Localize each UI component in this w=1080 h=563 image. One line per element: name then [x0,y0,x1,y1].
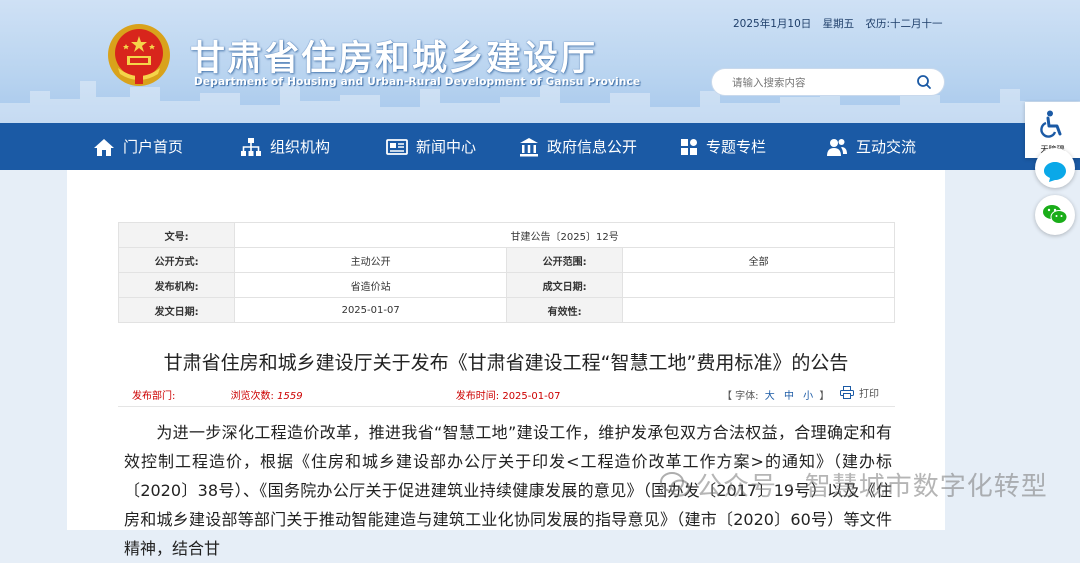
table-row: 发文日期: 2025-01-07 有效性: [117,297,895,323]
nav-item-news[interactable]: 新闻中心 [386,123,476,170]
nav-label: 组织机构 [270,138,331,156]
search-icon[interactable] [916,74,932,90]
validity-label: 有效性: [505,297,624,323]
current-weekday: 星期五 [822,18,855,30]
nav-label: 新闻中心 [416,138,477,156]
article-title: 甘肃省住房和城乡建设厅关于发布《甘肃省建设工程“智慧工地”费用标准》的公告 [163,352,849,374]
written-date-value [622,272,895,298]
watermark-text: 公众号 · 智慧城市数字化转型 [696,472,1048,502]
nav-label: 专题专栏 [706,138,767,156]
site-header: 甘肃省住房和城乡建设厅 Department of Housing and Ur… [0,0,1080,123]
newspaper-icon [386,138,408,155]
current-date: 2025年1月10日 [733,18,812,30]
printer-icon [840,386,854,399]
org-chart-icon [241,137,261,156]
nav-label: 政府信息公开 [547,138,638,156]
font-size-label: 【 字体: [722,391,759,402]
chat-bubble-icon [1044,162,1066,182]
issued-date-value: 2025-01-07 [234,297,507,323]
wechat-official-account-watermark: 公众号 · 智慧城市数字化转型 [660,466,1048,503]
main-nav: 门户首页 组织机构 新闻中心 政府信息公开 专题专栏 互动交流 [0,123,1080,170]
home-icon [94,138,114,156]
department-label: 发布部门: [132,391,176,402]
nav-item-special-topics[interactable]: 专题专栏 [680,123,766,170]
publish-time-label: 发布时间: [455,391,500,402]
wechat-watermark-icon [660,471,690,496]
table-row: 文号: 甘建公告〔2025〕12号 [117,222,895,248]
disclosure-scope-label: 公开范围: [505,247,624,273]
article-info-line: 发布部门: 浏览次数: 1559 发布时间: 2025-01-07 [132,387,560,402]
print-button[interactable]: 打印 [840,385,879,400]
written-date-label: 成文日期: [505,272,624,298]
font-size-medium-button[interactable]: 中 [784,391,794,402]
wechat-button[interactable] [1035,195,1075,235]
nav-item-interaction[interactable]: 互动交流 [826,123,916,170]
lunar-date: 农历:十二月十一 [865,18,943,30]
font-size-controls: 【 字体: 大 中 小 】 [722,387,829,402]
grid-icon [681,138,697,155]
publisher-label: 发布机构: [117,272,236,298]
issued-date-label: 发文日期: [117,297,236,323]
font-size-large-button[interactable]: 大 [765,391,775,402]
government-building-icon [520,137,538,156]
site-title: 甘肃省住房和城乡建设厅 [190,39,598,79]
table-row: 公开方式: 主动公开 公开范围: 全部 [117,247,895,273]
views-label: 浏览次数: [230,391,274,402]
nav-item-organization[interactable]: 组织机构 [240,123,330,170]
disclosure-scope-value: 全部 [622,247,895,273]
doc-number-label: 文号: [117,222,236,248]
wheelchair-icon [1040,110,1062,138]
site-subtitle: Department of Housing and Urban-Rural De… [194,76,641,88]
doc-number-value: 甘建公告〔2025〕12号 [234,222,895,248]
chat-button[interactable] [1035,148,1075,188]
publish-time-value: 2025-01-07 [502,391,561,402]
disclosure-method-label: 公开方式: [117,247,236,273]
date-line: 2025年1月10日 星期五 农历:十二月十一 [733,16,951,31]
nav-item-gov-info[interactable]: 政府信息公开 [519,123,637,170]
wechat-icon [1043,205,1068,224]
search-box [712,69,944,95]
divider [118,406,895,407]
font-size-close-bracket: 】 [819,391,830,402]
nav-label: 互动交流 [856,138,917,156]
publisher-value: 省造价站 [234,272,507,298]
national-emblem-logo [108,24,170,86]
print-label: 打印 [859,389,879,400]
document-metadata-table: 文号: 甘建公告〔2025〕12号 公开方式: 主动公开 公开范围: 全部 发布… [117,222,895,323]
table-row: 发布机构: 省造价站 成文日期: [117,272,895,298]
nav-item-home[interactable]: 门户首页 [93,123,183,170]
views-count: 1559 [277,391,303,402]
users-icon [827,138,847,156]
validity-value [622,297,895,323]
font-size-small-button[interactable]: 小 [803,391,813,402]
nav-label: 门户首页 [123,138,184,156]
disclosure-method-value: 主动公开 [234,247,507,273]
search-input[interactable] [730,73,914,93]
